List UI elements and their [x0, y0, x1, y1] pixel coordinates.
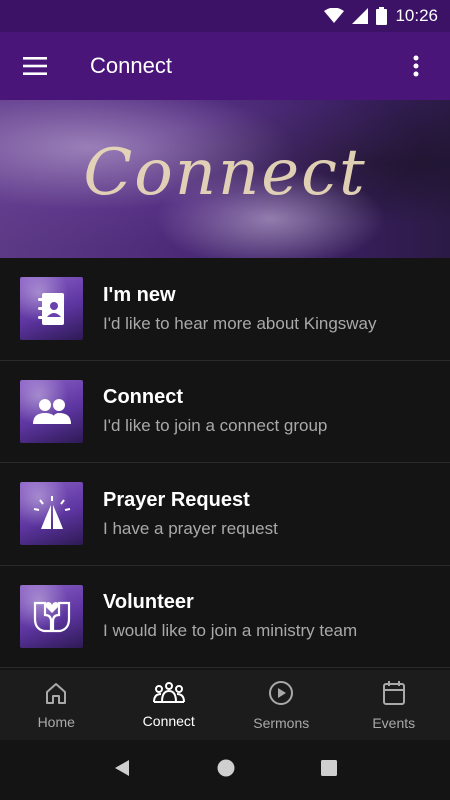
hero-title: Connect	[83, 136, 367, 210]
list-item-title: Connect	[103, 386, 183, 409]
connect-options-list: I'm new I'd like to hear more about King…	[0, 258, 450, 668]
calendar-icon	[382, 680, 406, 711]
raised-hands-heart-icon	[20, 584, 83, 648]
system-navigation-bar	[0, 740, 450, 800]
list-item-prayer-request[interactable]: Prayer Request I have a prayer request	[0, 463, 450, 566]
status-bar: 10:26	[0, 0, 450, 32]
app-bar: Connect	[0, 32, 450, 100]
list-item-volunteer[interactable]: Volunteer I would like to join a ministr…	[0, 565, 450, 668]
nav-label: Home	[37, 713, 75, 730]
wifi-icon	[324, 8, 345, 24]
nav-label: Sermons	[253, 714, 310, 731]
list-item-subtitle: I'd like to join a connect group	[103, 416, 328, 436]
group-icon	[20, 379, 83, 443]
play-circle-icon	[268, 680, 294, 711]
recents-icon[interactable]	[321, 759, 338, 781]
list-item-subtitle: I have a prayer request	[103, 518, 278, 538]
nav-sermons[interactable]: Sermons	[225, 670, 338, 740]
nav-home[interactable]: Home	[0, 670, 113, 740]
home-icon	[44, 681, 68, 710]
bottom-navigation: Home Connect Sermons Events	[0, 670, 450, 740]
nav-events[interactable]: Events	[338, 670, 450, 740]
list-item-title: Prayer Request	[103, 488, 250, 511]
signal-icon	[352, 8, 369, 24]
home-circle-icon[interactable]	[216, 758, 236, 783]
nav-connect[interactable]: Connect	[113, 670, 226, 740]
list-item-connect[interactable]: Connect I'd like to join a connect group	[0, 360, 450, 463]
list-item-im-new[interactable]: I'm new I'd like to hear more about King…	[0, 258, 450, 361]
people-icon	[152, 681, 185, 709]
list-item-subtitle: I would like to join a ministry team	[103, 621, 358, 641]
back-icon[interactable]	[113, 759, 131, 782]
list-item-title: I'm new	[103, 283, 176, 306]
status-time: 10:26	[395, 6, 438, 25]
more-vertical-icon[interactable]	[396, 46, 436, 86]
nav-label: Events	[372, 714, 416, 731]
list-item-subtitle: I'd like to hear more about Kingsway	[103, 313, 377, 333]
battery-icon	[376, 7, 388, 25]
hero-banner: Connect	[0, 100, 450, 258]
page-title: Connect	[90, 53, 172, 78]
nav-label: Connect	[142, 712, 195, 729]
list-item-title: Volunteer	[103, 591, 194, 614]
hamburger-menu-icon[interactable]	[0, 32, 70, 100]
praying-hands-icon	[20, 482, 83, 546]
contact-book-icon	[20, 277, 83, 341]
